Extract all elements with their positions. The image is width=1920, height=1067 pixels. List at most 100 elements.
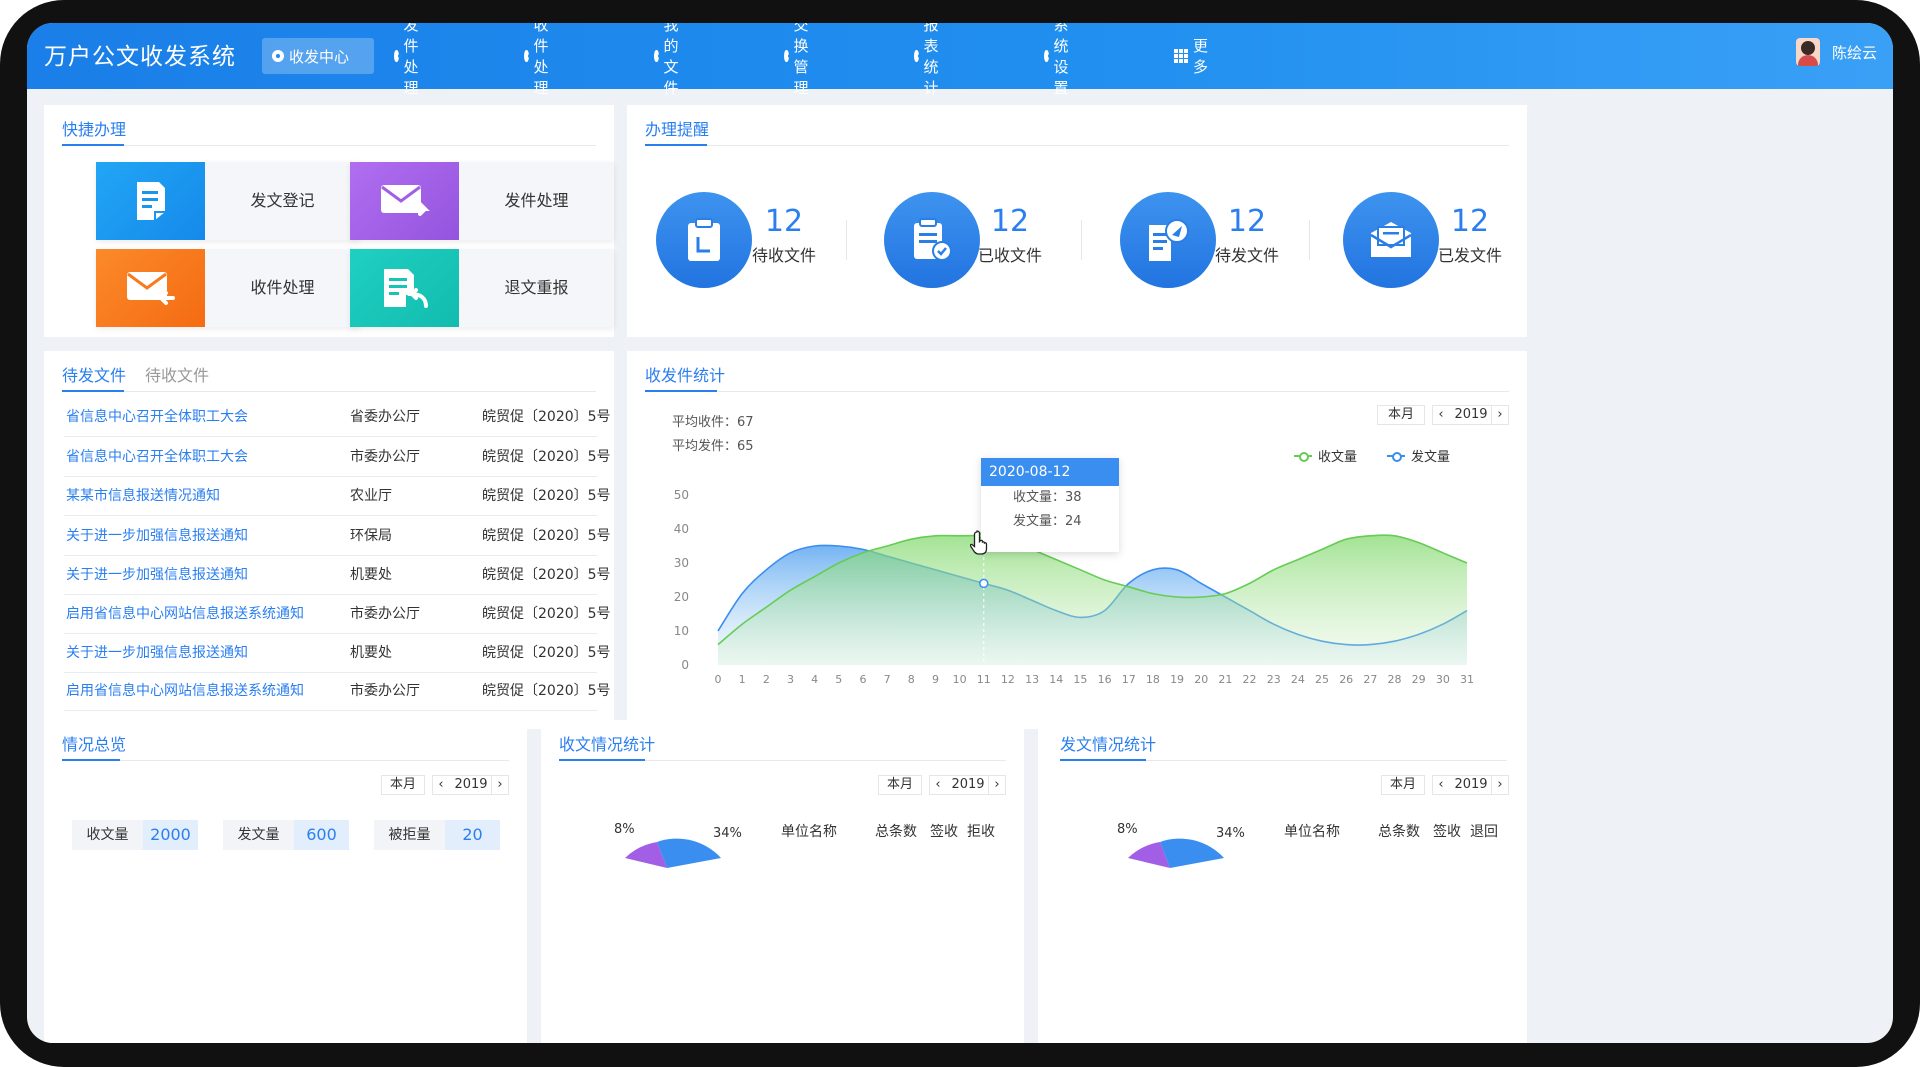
grid-icon [1174,49,1188,63]
y-tick-label: 40 [674,522,689,536]
file-number: 皖贸促〔2020〕5号 [482,645,611,661]
nav-item-center[interactable]: 收发中心 [262,38,374,74]
x-tick-label: 27 [1363,673,1377,686]
tooltip-row-send: 发文量：24 [981,510,1119,534]
tab-pending-send[interactable]: 待发文件 [62,362,126,386]
file-number: 皖贸促〔2020〕5号 [482,409,611,425]
table-row[interactable]: 省信息中心召开全体职工大会 市委办公厅 皖贸促〔2020〕5号 [64,438,611,477]
nav-item-send[interactable]: 发件处理 [384,23,436,97]
file-dept: 机要处 [350,567,392,583]
x-tick-label: 8 [908,673,915,686]
file-title-link[interactable]: 某某市信息报送情况通知 [66,477,220,516]
x-tick-label: 22 [1243,673,1257,686]
file-dept: 省委办公厅 [350,409,420,425]
quick-panel: 快捷办理 发文登记 发件处理 收件处理 退文重报 [44,105,614,337]
x-tick-label: 17 [1122,673,1136,686]
prev-year-button[interactable]: ‹ [929,775,947,795]
x-tick-label: 28 [1388,673,1402,686]
reminder-label: 已收文件 [977,246,1042,265]
x-tick-label: 7 [884,673,891,686]
nav-item-exchange[interactable]: 交换管理 [774,23,826,97]
avatar [1795,38,1820,66]
overview-value: 20 [445,820,500,850]
file-title-link[interactable]: 启用省信息中心网站信息报送系统通知 [66,595,304,634]
app-title: 万户公文收发系统 [44,44,236,70]
quick-receive-button[interactable]: 收件处理 [96,249,360,327]
overview-label: 发文量 [223,820,294,850]
year-value: 2019 [449,775,493,795]
quick-item-label: 发件处理 [504,191,569,210]
prev-year-button[interactable]: ‹ [432,775,450,795]
table-row[interactable]: 某某市信息报送情况通知 农业厅 皖贸促〔2020〕5号 [64,477,611,516]
reminder-label: 待发文件 [1214,246,1279,265]
file-title-link[interactable]: 关于进一步加强信息报送通知 [66,556,248,595]
document-return-icon [350,249,459,327]
overview-label: 被拒量 [374,820,445,850]
year-value: 2019 [1449,775,1493,795]
reminder-count: 12 [1227,204,1267,239]
nav-item-my-files[interactable]: 我的文件 [644,23,696,97]
tab-pending-receive[interactable]: 待收文件 [145,362,209,386]
x-tick-label: 2 [763,673,770,686]
table-row[interactable]: 关于进一步加强信息报送通知 环保局 皖贸促〔2020〕5号 [64,517,611,556]
file-title-link[interactable]: 省信息中心召开全体职工大会 [66,438,248,477]
x-tick-label: 10 [953,673,967,686]
title-underline [559,759,645,761]
next-year-button[interactable]: › [988,775,1006,795]
file-title-link[interactable]: 省信息中心召开全体职工大会 [66,398,248,437]
send-stats-panel: 发文情况统计 本月 ‹ 2019 › 8% 34% 单位名称 总条数 签收 退回 [1038,720,1527,1043]
x-tick-label: 12 [1001,673,1015,686]
table-header: 总条数 [1378,824,1420,840]
user-menu[interactable]: 陈绘云 [1795,38,1877,66]
table-row[interactable]: 关于进一步加强信息报送通知 机要处 皖贸促〔2020〕5号 [64,634,611,673]
table-row[interactable]: 关于进一步加强信息报送通知 机要处 皖贸促〔2020〕5号 [64,556,611,595]
app-screen: 万户公文收发系统 收发中心 发件处理 收件处理 我的文件 交换管理 报表统计 系… [27,23,1893,1043]
quick-register-button[interactable]: 发文登记 [96,162,360,240]
nav-item-settings[interactable]: 系统设置 [1034,23,1086,97]
file-title-link[interactable]: 关于进一步加强信息报送通知 [66,634,248,673]
file-dept: 市委办公厅 [350,449,420,465]
divider [62,145,596,146]
nav-item-more[interactable]: 更多 [1164,37,1218,76]
x-tick-label: 24 [1291,673,1305,686]
table-row[interactable]: 省信息中心召开全体职工大会 省委办公厅 皖贸促〔2020〕5号 [64,398,611,437]
x-tick-label: 23 [1267,673,1281,686]
reminder-count: 12 [764,204,804,239]
nav-item-reports[interactable]: 报表统计 [904,23,956,97]
prev-year-button[interactable]: ‹ [1432,775,1450,795]
chart-tooltip: 2020-08-12 收文量：38 发文量：24 [981,458,1119,552]
quick-send-button[interactable]: 发件处理 [350,162,614,240]
period-select[interactable]: 本月 [1381,775,1425,795]
x-tick-label: 26 [1339,673,1353,686]
next-year-button[interactable]: › [491,775,509,795]
overview-panel: 情况总览 本月 ‹ 2019 › 收文量 2000 发文量 600 被拒量 20 [44,720,527,1043]
table-row[interactable]: 启用省信息中心网站信息报送系统通知 市委办公厅 皖贸促〔2020〕5号 [64,595,611,634]
table-row[interactable]: 启用省信息中心网站信息报送系统通知 市委办公厅 皖贸促〔2020〕5号 [64,672,611,711]
period-select[interactable]: 本月 [878,775,922,795]
next-year-button[interactable]: › [1491,775,1509,795]
nav-dot-icon [272,50,284,62]
send-stats-title: 发文情况统计 [1060,735,1157,754]
tooltip-send-value: 发文量：24 [1013,514,1082,529]
stats-panel: 收发件统计 平均收件：67 平均发件：65 本月 ‹ 2019 › 收文量 发文… [627,351,1527,729]
x-tick-label: 30 [1436,673,1450,686]
user-name: 陈绘云 [1831,43,1877,62]
nav-item-receive[interactable]: 收件处理 [514,23,566,97]
nav-item-label: 系统设置 [1053,23,1069,97]
quick-return-button[interactable]: 退文重报 [350,249,614,327]
document-edit-icon [96,162,205,240]
nav-dot-icon [784,50,792,62]
x-tick-label: 16 [1098,673,1112,686]
y-tick-label: 10 [674,624,689,638]
file-number: 皖贸促〔2020〕5号 [482,449,611,465]
table-header: 签收 [1433,824,1461,840]
title-underline [62,759,120,761]
y-tick-label: 20 [674,590,689,604]
divider [1081,220,1082,260]
period-select[interactable]: 本月 [381,775,425,795]
quick-item-label: 收件处理 [250,278,315,297]
file-title-link[interactable]: 启用省信息中心网站信息报送系统通知 [66,672,304,711]
top-bar: 万户公文收发系统 收发中心 发件处理 收件处理 我的文件 交换管理 报表统计 系… [27,23,1893,97]
file-title-link[interactable]: 关于进一步加强信息报送通知 [66,517,248,556]
nav-item-label: 发件处理 [403,23,419,97]
